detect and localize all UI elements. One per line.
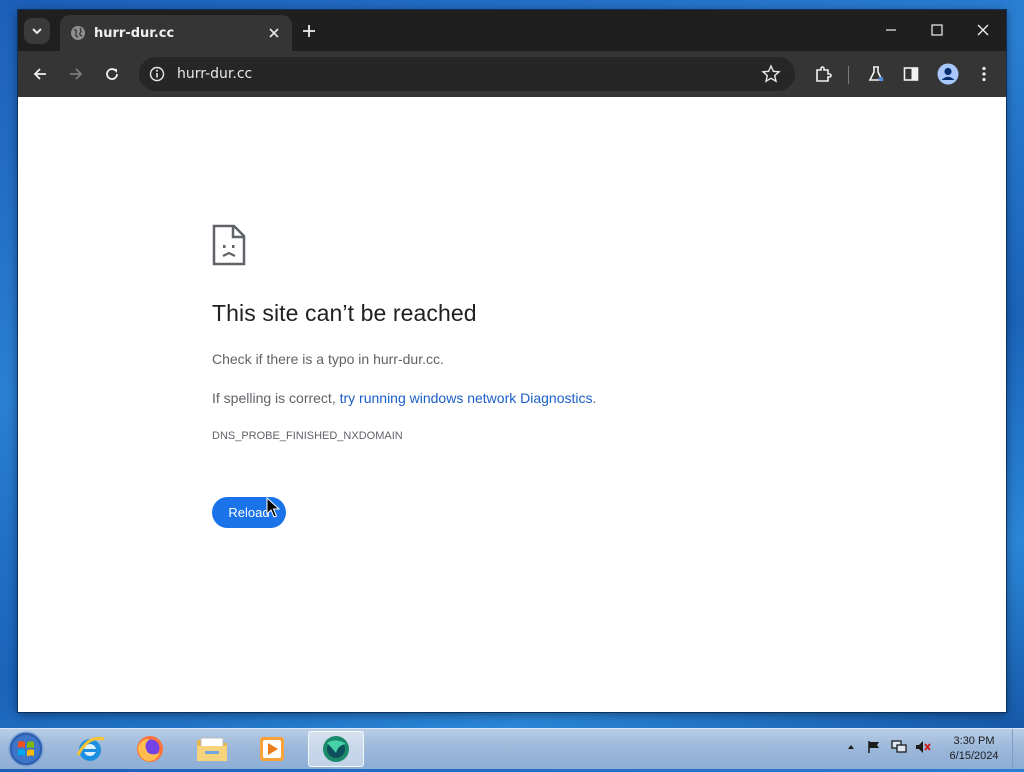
extensions-button[interactable] (811, 62, 835, 86)
tab-title: hurr-dur.cc (94, 25, 175, 41)
action-center-tray[interactable] (866, 739, 882, 755)
typo-hint: Check if there is a typo in hurr-dur.cc. (212, 351, 444, 367)
reload-button[interactable] (100, 62, 124, 86)
error-code: DNS_PROBE_FINISHED_NXDOMAIN (212, 430, 403, 442)
active-tab[interactable]: hurr-dur.cc (60, 15, 292, 51)
close-icon (269, 28, 279, 38)
spelling-hint-prefix: If spelling is correct, (212, 390, 340, 406)
kebab-menu-icon (982, 66, 986, 82)
back-button[interactable] (28, 62, 52, 86)
profile-icon (937, 63, 959, 85)
close-window-button[interactable] (965, 18, 1001, 42)
star-icon[interactable] (761, 64, 781, 84)
media-player-icon (260, 737, 284, 761)
error-title: This site can’t be reached (212, 300, 477, 326)
maximize-icon (931, 24, 943, 36)
spelling-hint: If spelling is correct, try running wind… (212, 390, 596, 406)
taskbar-clock[interactable]: 3:30 PM 6/15/2024 (944, 734, 1004, 764)
flask-icon (868, 66, 884, 82)
side-panel-icon (903, 67, 919, 81)
browser-app-icon (323, 736, 349, 762)
close-icon (977, 24, 989, 36)
puzzle-icon (816, 66, 832, 82)
url-text: hurr-dur.cc (177, 66, 253, 82)
sad-page-icon (212, 224, 246, 266)
tab-strip: hurr-dur.cc (18, 10, 1006, 51)
show-desktop-button[interactable] (1012, 729, 1024, 769)
mouse-cursor-icon (266, 497, 280, 518)
volume-tray[interactable] (915, 739, 931, 755)
forward-arrow-icon (70, 68, 83, 80)
taskbar-internet-explorer[interactable] (62, 731, 118, 767)
taskbar-firefox[interactable] (122, 731, 178, 767)
reload-icon (106, 68, 118, 80)
tab-close-button[interactable] (264, 23, 284, 43)
taskbar: 3:30 PM 6/15/2024 (0, 728, 1024, 769)
chevron-down-icon (32, 28, 42, 35)
taskbar-media-player[interactable] (244, 731, 300, 767)
globe-icon (71, 26, 85, 40)
new-tab-button[interactable] (298, 20, 320, 42)
profile-button[interactable] (936, 62, 960, 86)
maximize-button[interactable] (919, 18, 955, 42)
clock-date: 6/15/2024 (949, 750, 999, 762)
taskbar-active-browser[interactable] (308, 731, 364, 767)
side-panel-button[interactable] (899, 62, 923, 86)
chevron-up-icon (848, 745, 854, 749)
spelling-hint-suffix: . (592, 390, 597, 406)
diagnostics-link[interactable]: try running windows network Diagnostics (340, 390, 593, 406)
start-button[interactable] (5, 730, 47, 768)
forward-button[interactable] (64, 62, 88, 86)
network-icon (891, 740, 907, 753)
browser-window: hurr-dur.cc hurr-dur.cc This site can’t … (18, 10, 1006, 712)
taskbar-file-explorer[interactable] (184, 731, 240, 767)
file-explorer-icon (197, 737, 227, 761)
minimize-button[interactable] (873, 18, 909, 42)
plus-icon (303, 25, 315, 37)
menu-button[interactable] (972, 62, 996, 86)
windows-orb-icon (8, 731, 44, 767)
firefox-icon (137, 736, 163, 762)
internet-explorer-icon (76, 736, 105, 761)
clock-time: 3:30 PM (953, 735, 995, 747)
tab-search-button[interactable] (24, 18, 50, 44)
back-arrow-icon (33, 68, 46, 80)
minimize-icon (886, 29, 896, 31)
network-tray[interactable] (891, 739, 907, 755)
show-hidden-icons-button[interactable] (843, 739, 859, 755)
flag-icon (868, 741, 879, 753)
browser-toolbar: hurr-dur.cc (18, 51, 1006, 97)
address-bar[interactable]: hurr-dur.cc (139, 57, 795, 91)
volume-muted-icon (916, 741, 931, 753)
labs-button[interactable] (864, 62, 888, 86)
toolbar-divider (848, 66, 849, 84)
page-content: This site can’t be reached Check if ther… (18, 97, 1006, 712)
info-icon (149, 66, 165, 82)
